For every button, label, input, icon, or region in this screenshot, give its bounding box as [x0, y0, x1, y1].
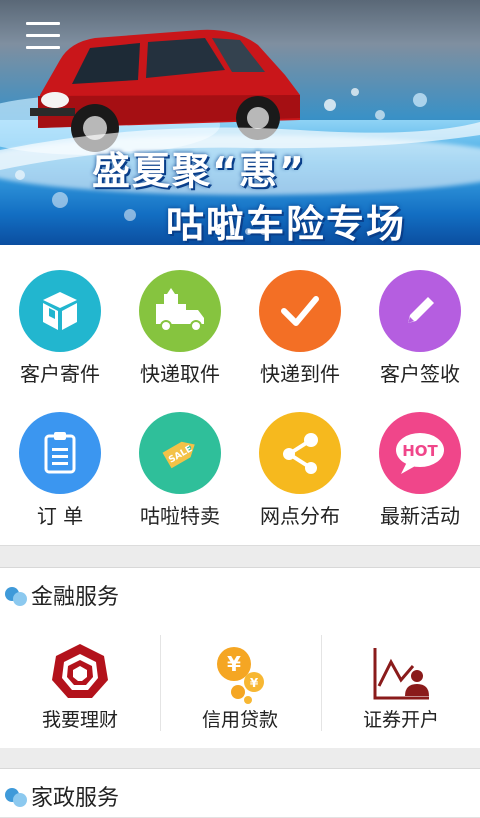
finance-list: 我要理财 ¥ ¥ 信用贷款 证券开户	[0, 615, 480, 748]
service-pickup[interactable]: 快递取件	[120, 245, 240, 386]
service-grid: 客户寄件 快递取件 快递到件 客户签收 订 单 SALE 咕啦特卖 网点分布 H…	[0, 245, 480, 546]
yen-coins-icon: ¥ ¥	[217, 647, 264, 704]
bubble-icon	[13, 793, 27, 807]
finance-section-header: 金融服务	[0, 567, 480, 617]
service-label: 客户签收	[380, 362, 460, 386]
bubble-icon	[13, 592, 27, 606]
carousel-dot[interactable]	[215, 228, 222, 235]
service-label: 网点分布	[260, 504, 340, 528]
finance-label: 证券开户	[362, 709, 439, 731]
service-label: 咕啦特卖	[140, 504, 220, 528]
service-label: 最新活动	[380, 504, 460, 528]
service-sign[interactable]: 客户签收	[360, 245, 480, 386]
service-activity[interactable]: HOT 最新活动	[360, 387, 480, 528]
service-network[interactable]: 网点分布	[240, 387, 360, 528]
pencil-icon	[379, 270, 461, 352]
share-network-icon	[259, 412, 341, 494]
service-sale[interactable]: SALE 咕啦特卖	[120, 387, 240, 528]
svg-text:¥: ¥	[227, 652, 241, 676]
service-label: 客户寄件	[20, 362, 100, 386]
hot-bubble-icon: HOT	[379, 412, 461, 494]
banner-headline-1: 盛夏聚“惠”	[92, 149, 306, 193]
housekeeping-section-title: 家政服务	[31, 786, 120, 811]
clipboard-icon	[19, 412, 101, 494]
finance-item-wealth[interactable]: 我要理财	[0, 615, 160, 748]
housekeeping-section-header: 家政服务	[0, 768, 480, 818]
checkmark-icon	[259, 270, 341, 352]
box-icon	[19, 270, 101, 352]
menu-icon[interactable]	[26, 22, 60, 52]
carousel-dot[interactable]	[260, 228, 267, 235]
stock-chart-icon	[373, 648, 429, 700]
carousel-indicator	[215, 228, 267, 235]
promo-banner[interactable]: 盛夏聚“惠” 咕啦车险专场	[0, 0, 480, 245]
service-send-package[interactable]: 客户寄件	[0, 245, 120, 386]
service-orders[interactable]: 订 单	[0, 387, 120, 528]
delivery-truck-icon	[139, 270, 221, 352]
service-label: 快递取件	[140, 362, 220, 386]
banner-headline-2: 咕啦车险专场	[166, 202, 407, 245]
hot-text: HOT	[402, 442, 438, 460]
sale-tag-icon: SALE	[139, 412, 221, 494]
service-label: 订 单	[36, 504, 84, 528]
carousel-dot[interactable]	[245, 228, 252, 235]
finance-emblem-icon	[52, 644, 108, 698]
finance-section-title: 金融服务	[31, 585, 120, 610]
service-arrival[interactable]: 快递到件	[240, 245, 360, 386]
finance-item-loan[interactable]: ¥ ¥ 信用贷款	[160, 615, 320, 748]
svg-text:¥: ¥	[250, 676, 259, 690]
carousel-dot[interactable]	[230, 228, 237, 235]
finance-item-securities[interactable]: 证券开户	[321, 615, 480, 748]
finance-label: 我要理财	[41, 709, 118, 731]
service-label: 快递到件	[260, 362, 340, 386]
finance-label: 信用贷款	[201, 709, 278, 731]
